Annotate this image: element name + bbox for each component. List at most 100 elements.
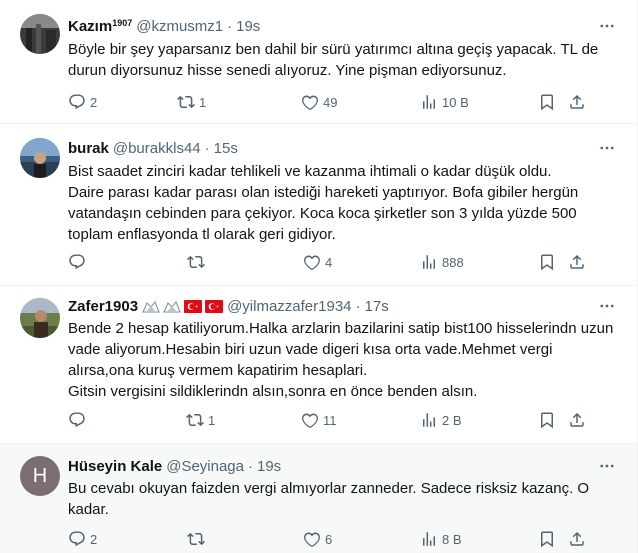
reply-icon [69,94,85,110]
more-options-icon[interactable] [597,16,617,36]
separator: · [227,17,233,35]
user-handle[interactable]: @Seyinaga [166,458,244,475]
user-handle[interactable]: @yilmazzafer1934 [227,298,351,315]
bookmark-icon [541,94,553,111]
action-bar: 2 6 8 B [68,529,598,549]
bookmark-icon [541,412,553,429]
bookmark-button[interactable] [538,252,556,272]
avatar-letter: H [32,464,48,487]
share-button[interactable] [568,92,586,112]
views-chart-icon [423,255,435,269]
share-button[interactable] [568,252,586,272]
like-button[interactable]: 11 [301,410,337,430]
wolf-emoji-icon [142,300,160,312]
like-count: 4 [325,254,333,270]
views-chart-icon [423,413,435,427]
bookmark-button[interactable] [538,92,556,112]
views-button[interactable]: 8 B [420,529,462,549]
view-count: 8 B [442,531,462,547]
action-bar: 2 1 49 10 B [68,92,598,112]
retweet-icon [187,532,205,546]
reply-button[interactable] [68,252,90,272]
retweet-button[interactable]: 1 [177,92,206,112]
retweet-count: 1 [199,94,207,110]
retweet-button[interactable]: 1 [186,410,215,430]
avatar[interactable]: H [20,456,60,496]
retweet-icon [177,95,195,109]
retweet-button[interactable] [187,252,209,272]
timestamp[interactable]: 19s [236,18,260,35]
heart-icon [304,255,320,271]
heart-icon [304,532,320,548]
reply-button[interactable]: 2 [68,529,97,549]
heart-icon [302,95,318,111]
more-options-icon[interactable] [597,296,617,316]
share-icon [570,412,584,427]
share-icon [570,254,584,269]
avatar[interactable] [20,298,60,338]
like-count: 6 [325,531,333,547]
like-count: 49 [323,94,338,110]
bookmark-button[interactable] [538,410,556,430]
bookmark-icon [541,531,553,548]
avatar[interactable] [20,14,60,54]
wolf-emoji-icon [163,300,181,312]
action-bar: 4 888 [68,252,598,272]
retweet-icon [186,413,204,427]
timestamp[interactable]: 15s [214,140,238,157]
reply-button[interactable] [68,410,90,430]
display-name[interactable]: burak [68,140,109,157]
views-chart-icon [423,95,435,109]
retweet-button[interactable] [187,529,209,549]
view-count: 888 [442,254,464,270]
share-icon [570,94,584,109]
retweet-count: 1 [208,412,216,428]
tweet-reply[interactable]: Zafer1903 @yilmazzafer1934 · 17s Bende 2… [0,286,637,444]
turkey-flag-icon [184,299,203,313]
display-name[interactable]: Hüseyin Kale [68,458,162,475]
tweet-reply[interactable]: H Hüseyin Kale @Seyinaga · 19s Bu cevabı… [0,444,637,553]
reply-icon [69,254,85,270]
timestamp[interactable]: 17s [365,298,389,315]
share-button[interactable] [568,410,586,430]
like-button[interactable]: 49 [301,92,337,112]
tweet-text: Bist saadet zinciri kadar tehlikeli ve k… [68,163,579,243]
name-emojis [142,299,224,313]
tweet-reply[interactable]: burak @burakkls44 · 15s Bist saadet zinc… [0,124,637,286]
tweet-text: Bu cevabı okuyan faizden vergi almıyorla… [68,480,590,518]
like-count: 11 [323,412,337,428]
views-button[interactable]: 2 B [420,410,462,430]
view-count: 2 B [442,412,462,428]
tweet-text: Bende 2 hesap katiliyorum.Halka arzlarin… [68,320,614,400]
views-button[interactable]: 10 B [420,92,469,112]
reply-button[interactable]: 2 [68,92,97,112]
retweet-icon [187,255,205,269]
heart-icon [302,413,318,429]
avatar[interactable] [20,138,60,178]
view-count: 10 B [442,94,469,110]
display-name[interactable]: Kazım1907 [68,18,132,35]
views-button[interactable]: 888 [420,252,464,272]
views-chart-icon [423,532,435,546]
tweet-reply[interactable]: Kazım1907 @kzmusmz1 · 19s Böyle bir şey … [0,0,637,124]
share-icon [570,531,584,546]
timestamp[interactable]: 19s [257,458,281,475]
bookmark-button[interactable] [538,529,556,549]
display-name[interactable]: Zafer1903 [68,298,138,315]
separator: · [355,297,361,315]
like-button[interactable]: 4 [303,252,332,272]
more-options-icon[interactable] [597,138,617,158]
separator: · [248,457,253,475]
more-options-icon[interactable] [597,456,617,476]
like-button[interactable]: 6 [303,529,332,549]
tweet-text: Böyle bir şey yaparsanız ben dahil bir s… [68,41,599,79]
user-handle[interactable]: @kzmusmz1 [136,18,223,35]
user-handle[interactable]: @burakkls44 [113,140,201,157]
bookmark-icon [541,254,553,271]
reply-count: 2 [90,94,98,110]
separator: · [204,139,210,157]
action-bar: 1 11 2 B [68,410,598,430]
share-button[interactable] [568,529,586,549]
reply-icon [69,531,85,547]
reply-count: 2 [90,531,98,547]
